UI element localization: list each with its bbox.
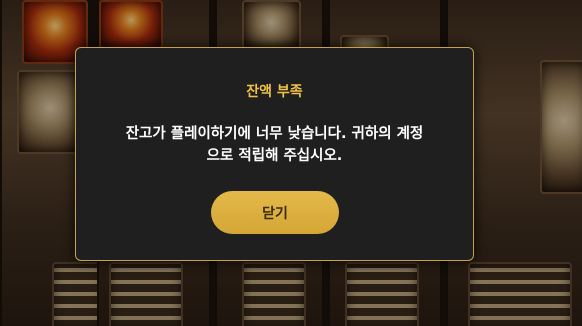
insufficient-balance-dialog: 잔액 부족 잔고가 플레이하기에 너무 낮습니다. 귀하의 계정 으로 적립해 … (75, 47, 474, 261)
dialog-message-line-1: 잔고가 플레이하기에 너무 낮습니다. 귀하의 계정 (125, 126, 424, 142)
close-button[interactable]: 닫기 (211, 191, 339, 234)
dialog-message-line-2: 으로 적립해 주십시오. (206, 148, 343, 164)
dialog-message: 잔고가 플레이하기에 너무 낮습니다. 귀하의 계정 으로 적립해 주십시오. (104, 123, 445, 167)
dialog-title: 잔액 부족 (246, 84, 303, 100)
